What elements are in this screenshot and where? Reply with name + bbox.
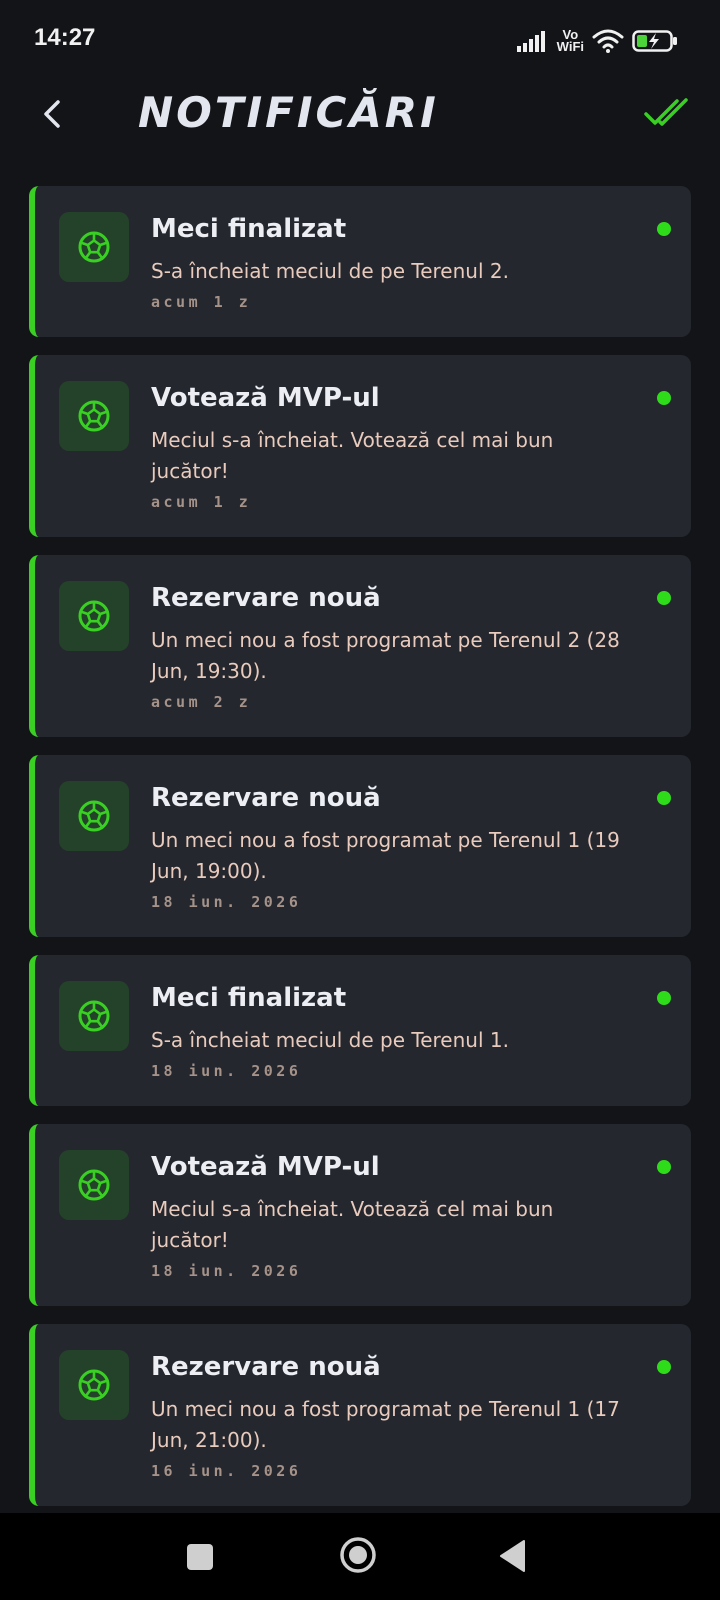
notification-icon-box [59,212,129,282]
notification-title: Meci finalizat [151,214,347,244]
soccer-ball-icon [78,400,110,432]
vowifi-bottom-label: WiFi [556,39,584,54]
soccer-ball-icon [78,800,110,832]
header: NOTIFICĂRI [0,80,720,180]
notification-card[interactable]: Votează MVP-ul Meciul s-a încheiat. Vote… [29,355,691,537]
notification-card[interactable]: Votează MVP-ul Meciul s-a încheiat. Vote… [29,1124,691,1306]
notification-card[interactable]: Meci finalizat S-a încheiat meciul de pe… [29,186,691,337]
notification-title: Rezervare nouă [151,783,381,813]
notification-time: acum 1 z [151,293,252,311]
soccer-ball-icon [78,600,110,632]
unread-dot [657,1360,671,1374]
system-back-button[interactable] [498,1539,528,1577]
notification-title: Rezervare nouă [151,1352,381,1382]
notification-time: acum 2 z [151,693,252,711]
notification-card[interactable]: Rezervare nouă Un meci nou a fost progra… [29,555,691,737]
status-bar: 14:27 Vo WiFi [0,0,720,80]
signal-icon [516,31,545,52]
unread-dot [657,1160,671,1174]
notification-time: acum 1 z [151,493,252,511]
mark-all-read-button[interactable] [642,92,692,136]
unread-dot [657,791,671,805]
home-circle-icon [340,1537,376,1573]
back-button[interactable] [30,92,74,136]
notification-time: 16 iun. 2026 [151,1462,302,1480]
notification-text: Meciul s-a încheiat. Votează cel mai bun… [151,1197,554,1252]
notification-title: Meci finalizat [151,983,347,1013]
wifi-icon [592,29,624,53]
soccer-ball-icon [78,1369,110,1401]
notification-text: Un meci nou a fost programat pe Terenul … [151,628,620,683]
recents-button[interactable] [186,1543,214,1575]
notification-time: 18 iun. 2026 [151,1062,302,1080]
notification-icon-box [59,581,129,651]
back-triangle-icon [500,1540,525,1572]
system-nav-bar [0,1513,720,1600]
notification-card[interactable]: Rezervare nouă Un meci nou a fost progra… [29,1324,691,1506]
vowifi-icon: Vo WiFi [556,28,584,54]
notification-icon-box [59,981,129,1051]
unread-dot [657,391,671,405]
notification-text: Meciul s-a încheiat. Votează cel mai bun… [151,428,554,483]
soccer-ball-icon [78,1169,110,1201]
page-title: NOTIFICĂRI [138,88,439,137]
notification-icon-box [59,781,129,851]
unread-dot [657,991,671,1005]
notification-icon-box [59,381,129,451]
notification-time: 18 iun. 2026 [151,1262,302,1280]
notification-text: S-a încheiat meciul de pe Terenul 2. [151,259,509,283]
unread-dot [657,222,671,236]
battery-charging-icon [632,30,677,52]
notification-icon-box [59,1150,129,1220]
notification-card[interactable]: Rezervare nouă Un meci nou a fost progra… [29,755,691,937]
notification-time: 18 iun. 2026 [151,893,302,911]
status-time: 14:27 [34,24,96,51]
notification-icon-box [59,1350,129,1420]
notification-text: S-a încheiat meciul de pe Terenul 1. [151,1028,509,1052]
home-button[interactable] [338,1535,378,1579]
notification-title: Rezervare nouă [151,583,381,613]
notification-card[interactable]: Meci finalizat S-a încheiat meciul de pe… [29,955,691,1106]
recents-square-icon [187,1544,213,1570]
soccer-ball-icon [78,1000,110,1032]
notification-text: Un meci nou a fost programat pe Terenul … [151,1397,620,1452]
notification-title: Votează MVP-ul [151,383,380,413]
notification-title: Votează MVP-ul [151,1152,380,1182]
status-icons: Vo WiFi [516,26,678,56]
notification-text: Un meci nou a fost programat pe Terenul … [151,828,620,883]
double-check-icon [644,98,688,126]
chevron-left-icon [44,100,60,128]
unread-dot [657,591,671,605]
notification-list[interactable]: Meci finalizat S-a încheiat meciul de pe… [29,186,691,1524]
soccer-ball-icon [78,231,110,263]
